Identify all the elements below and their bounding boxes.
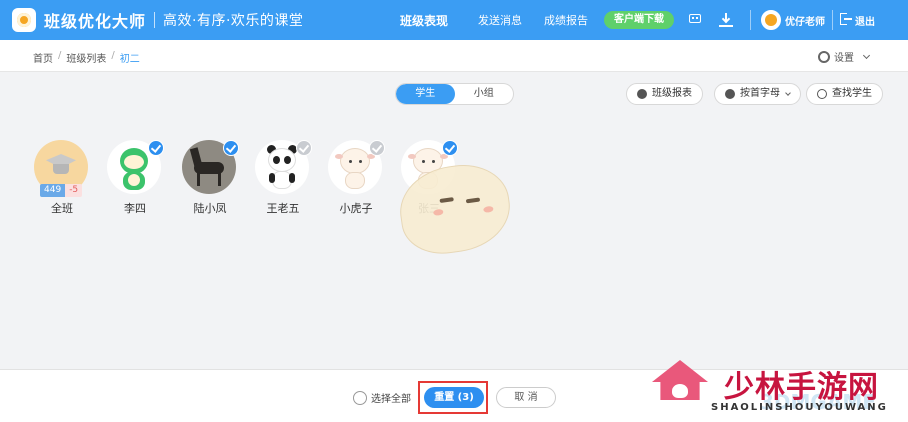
topbar-divider <box>750 10 751 30</box>
student-card[interactable]: 李四 <box>107 140 164 216</box>
unchecked-icon[interactable] <box>296 140 312 156</box>
student-name: 全班 <box>51 202 73 215</box>
user-name[interactable]: 优仔老师 <box>785 13 825 28</box>
student-name: 李四 <box>124 202 146 215</box>
app-logo-icon <box>12 8 36 32</box>
app-slogan: 高效·有序·欢乐的课堂 <box>163 13 304 29</box>
select-all-label: 选择全部 <box>371 394 411 405</box>
search-icon <box>817 89 827 99</box>
checked-icon[interactable] <box>442 140 458 156</box>
student-name: 陆小凤 <box>193 202 227 215</box>
checked-icon[interactable] <box>223 140 239 156</box>
student-card[interactable]: 陆小凤 <box>182 140 239 216</box>
gear-icon <box>818 50 830 63</box>
student-avatar <box>328 140 385 194</box>
sort-icon <box>725 89 735 99</box>
sort-dropdown[interactable]: 按首字母 <box>714 83 801 105</box>
app-title: 班级优化大师 <box>44 12 147 31</box>
settings-label: 设置 <box>834 53 854 64</box>
cancel-button[interactable]: 取 消 <box>496 387 556 408</box>
watermark-house-logo <box>648 360 712 416</box>
breadcrumb-bar: 首页 / 班级列表 / 初二 设置 <box>0 40 908 72</box>
client-download-button[interactable]: 客户端下载 <box>604 11 674 29</box>
report-icon <box>637 89 647 99</box>
student-avatar <box>182 140 239 194</box>
class-avatar: 449 -5 <box>34 140 88 197</box>
view-toggle: 学生 小组 <box>395 83 514 105</box>
watermark-site-url: SHAOLINSHOUYOUWANG <box>711 402 888 413</box>
breadcrumb: 首页 / 班级列表 / 初二 <box>33 50 140 65</box>
tab-students[interactable]: 学生 <box>396 84 455 104</box>
student-name: 王老五 <box>266 202 300 215</box>
student-card-whole-class[interactable]: 449 -5 全班 <box>34 140 90 216</box>
main-nav: 班级表现 发送消息 成绩报告 <box>400 0 610 40</box>
class-report-label: 班级报表 <box>652 88 692 99</box>
logout-button[interactable]: 退出 <box>855 13 875 28</box>
negative-score: -5 <box>65 184 83 197</box>
student-avatar <box>107 140 164 194</box>
reset-button[interactable]: 重置 (3) <box>424 387 484 408</box>
class-report-button[interactable]: 班级报表 <box>626 83 703 105</box>
student-avatar <box>255 140 312 194</box>
breadcrumb-home[interactable]: 首页 <box>33 50 53 65</box>
radio-icon <box>353 390 367 405</box>
nav-grade-report[interactable]: 成绩报告 <box>544 12 588 28</box>
watermark-site-name: 少林手游网 <box>724 370 879 405</box>
unchecked-icon[interactable] <box>369 140 385 156</box>
find-student-label: 查找学生 <box>832 88 872 99</box>
select-all-toggle[interactable]: 选择全部 <box>353 390 411 405</box>
nav-send-message[interactable]: 发送消息 <box>478 12 522 28</box>
settings-dropdown[interactable]: 设置 <box>818 49 871 64</box>
find-student-button[interactable]: 查找学生 <box>806 83 883 105</box>
download-icon[interactable] <box>718 12 734 28</box>
breadcrumb-class-list[interactable]: 班级列表 <box>66 50 106 65</box>
breadcrumb-separator: / <box>111 50 115 61</box>
message-icon[interactable] <box>688 12 704 28</box>
student-grid: 449 -5 全班 李四 陆小凤 王老五 小虎子 <box>34 140 634 220</box>
breadcrumb-current: 初二 <box>119 54 140 65</box>
breadcrumb-separator: / <box>58 50 62 61</box>
sort-label: 按首字母 <box>740 88 780 99</box>
tab-groups[interactable]: 小组 <box>455 84 514 104</box>
student-name: 小虎子 <box>339 202 373 215</box>
user-avatar[interactable] <box>761 10 781 30</box>
student-card[interactable]: 王老五 <box>255 140 312 216</box>
topbar-divider <box>832 10 833 30</box>
title-divider <box>154 12 156 28</box>
nav-class-performance[interactable]: 班级表现 <box>400 12 448 29</box>
checked-icon[interactable] <box>148 140 164 156</box>
logout-icon[interactable] <box>840 13 852 25</box>
chevron-down-icon <box>785 89 791 96</box>
student-card[interactable]: 小虎子 <box>328 140 385 216</box>
chevron-down-icon <box>862 51 871 59</box>
positive-score: 449 <box>40 184 66 197</box>
class-score: 449 -5 <box>40 184 83 197</box>
